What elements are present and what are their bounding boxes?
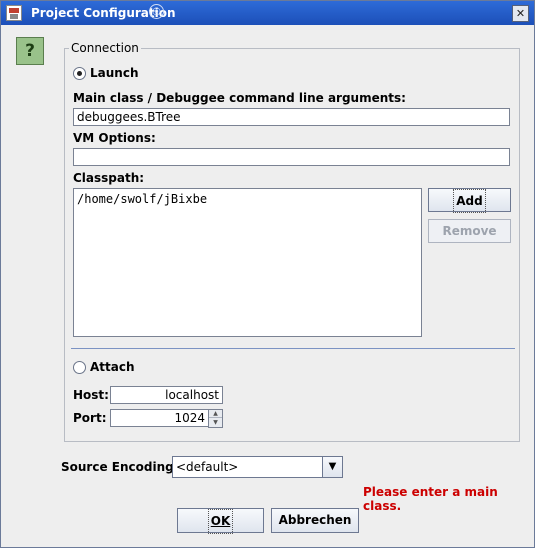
attach-radio-label[interactable]: Attach — [90, 360, 135, 374]
classpath-list[interactable]: /home/swolf/jBixbe — [73, 188, 422, 337]
help-icon: ? — [16, 37, 44, 65]
remove-button-label: Remove — [442, 224, 497, 238]
add-button-label: Add — [453, 189, 486, 213]
ok-button[interactable]: OK — [177, 508, 264, 534]
source-encoding-select[interactable]: <default> ▼ — [172, 456, 343, 478]
application-icon — [6, 5, 22, 21]
port-label: Port: — [73, 411, 107, 425]
vm-options-input[interactable] — [73, 148, 510, 166]
list-item[interactable]: /home/swolf/jBixbe — [77, 192, 207, 206]
launch-radio[interactable] — [73, 67, 86, 80]
port-input[interactable]: 1024 — [110, 409, 209, 427]
main-class-label: Main class / Debuggee command line argum… — [73, 91, 406, 105]
close-button[interactable]: ✕ — [512, 5, 529, 22]
vm-options-label: VM Options: — [73, 131, 156, 145]
port-stepper[interactable]: ▲ ▼ — [208, 409, 223, 428]
connection-group-label: Connection — [69, 41, 141, 55]
attach-radio[interactable] — [73, 361, 86, 374]
section-divider — [71, 348, 515, 349]
launch-radio-label[interactable]: Launch — [90, 66, 139, 80]
chevron-down-icon[interactable]: ▼ — [322, 457, 342, 477]
classpath-label: Classpath: — [73, 171, 145, 185]
spin-down-icon[interactable]: ▼ — [209, 419, 222, 427]
title-decoration-icon: ◎ — [149, 4, 164, 19]
project-configuration-dialog: Project Configuration ◎ ✕ ? Connection L… — [0, 0, 535, 548]
cancel-button[interactable]: Abbrechen — [271, 508, 359, 533]
add-button[interactable]: Add — [428, 188, 511, 213]
source-encoding-label: Source Encoding: — [61, 460, 179, 474]
source-encoding-value: <default> — [176, 460, 239, 474]
spin-up-icon[interactable]: ▲ — [209, 410, 222, 418]
host-input[interactable]: localhost — [110, 386, 223, 404]
remove-button[interactable]: Remove — [428, 219, 511, 243]
ok-button-label: OK — [207, 509, 234, 534]
main-class-input[interactable]: debuggees.BTree — [73, 108, 510, 126]
title-bar[interactable]: Project Configuration ◎ ✕ — [1, 1, 534, 25]
host-label: Host: — [73, 388, 109, 402]
error-message: Please enter a main class. — [363, 485, 498, 513]
cancel-button-label: Abbrechen — [278, 513, 352, 527]
